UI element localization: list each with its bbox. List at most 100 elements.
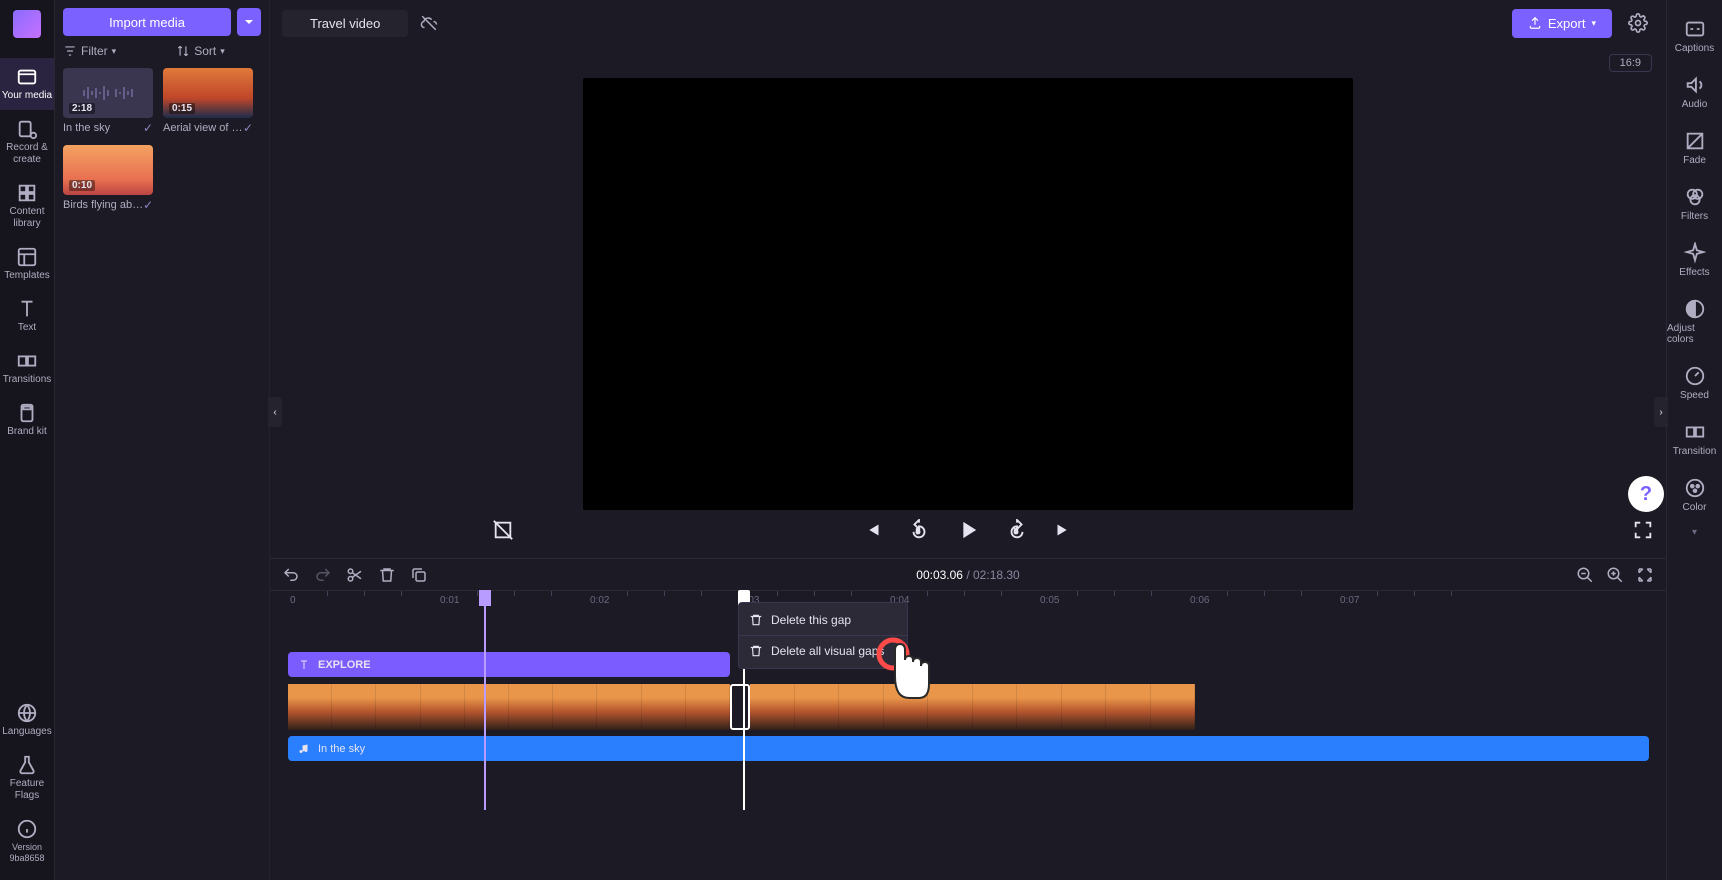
zoom-out-button[interactable]: [1576, 566, 1594, 584]
tool-audio[interactable]: Audio: [1667, 64, 1722, 120]
video-track-clip-1[interactable]: [288, 684, 730, 730]
nav-label: Languages: [2, 726, 52, 738]
ruler-tick: 0:05: [1040, 595, 1059, 606]
undo-button[interactable]: [282, 566, 300, 584]
nav-templates[interactable]: Templates: [0, 238, 54, 290]
sort-label: Sort: [194, 44, 216, 58]
tool-adjust-colors[interactable]: Adjust colors: [1667, 288, 1722, 355]
app-logo[interactable]: [13, 10, 41, 38]
help-button[interactable]: ?: [1628, 476, 1664, 512]
nav-label: Feature Flags: [0, 778, 54, 802]
ruler-tick: 0:01: [440, 595, 459, 606]
adjust-colors-icon: [1684, 298, 1706, 320]
tool-captions[interactable]: Captions: [1667, 8, 1722, 64]
tool-effects[interactable]: Effects: [1667, 232, 1722, 288]
video-track-clip-2[interactable]: [750, 684, 1195, 730]
media-name: In the sky: [63, 122, 110, 134]
nav-feature-flags[interactable]: Feature Flags: [0, 746, 54, 810]
timeline-gap-selected[interactable]: [730, 684, 750, 730]
filters-icon: [1684, 186, 1706, 208]
fade-icon: [1684, 130, 1706, 152]
nav-transitions[interactable]: Transitions: [0, 342, 54, 394]
video-preview[interactable]: [583, 78, 1353, 510]
check-icon: ✓: [143, 198, 153, 212]
audio-icon: [1684, 74, 1706, 96]
tool-fade[interactable]: Fade: [1667, 120, 1722, 176]
text-icon: [16, 298, 38, 320]
audio-clip-label: In the sky: [318, 743, 365, 755]
media-item[interactable]: 2:18 In the sky ✓: [63, 68, 153, 135]
project-title-input[interactable]: Travel video: [282, 10, 408, 37]
upload-icon: [1528, 16, 1542, 30]
transitions-icon: [16, 350, 38, 372]
play-button[interactable]: [954, 516, 982, 544]
check-icon: ✓: [243, 121, 253, 135]
media-item[interactable]: 0:10 Birds flying ab…✓: [63, 145, 153, 212]
audio-thumbnail: 2:18: [63, 68, 153, 118]
split-button[interactable]: [346, 566, 364, 584]
nav-version[interactable]: Version 9ba8658: [0, 810, 54, 872]
sort-button[interactable]: Sort ▾: [176, 44, 225, 58]
nav-text[interactable]: Text: [0, 290, 54, 342]
import-dropdown-button[interactable]: [237, 8, 261, 36]
rewind-5-button[interactable]: 5: [908, 519, 930, 541]
duration-badge: 0:10: [69, 180, 95, 191]
tutorial-hand-cursor: [875, 636, 935, 706]
flask-icon: [16, 754, 38, 776]
tool-color[interactable]: Color: [1667, 467, 1722, 523]
time-display: 00:03.06 / 02:18.30: [916, 568, 1019, 582]
chevron-down-icon: ▾: [220, 46, 225, 57]
menu-label: Delete all visual gaps: [771, 644, 884, 658]
aspect-ratio-button[interactable]: 16:9: [1609, 54, 1652, 72]
nav-record[interactable]: Record & create: [0, 110, 54, 174]
text-track-clip[interactable]: EXPLORE: [288, 652, 730, 677]
redo-button[interactable]: [314, 566, 332, 584]
filter-button[interactable]: Filter ▾: [63, 44, 116, 58]
settings-button[interactable]: [1622, 7, 1654, 39]
menu-label: Delete this gap: [771, 613, 851, 627]
crop-icon[interactable]: [492, 519, 514, 541]
cloud-off-icon[interactable]: [420, 14, 438, 32]
tool-speed[interactable]: Speed: [1667, 355, 1722, 411]
more-tools-chevron[interactable]: ▾: [1692, 527, 1697, 538]
collapse-left-panel-button[interactable]: ‹: [268, 397, 282, 427]
nav-brand-kit[interactable]: Brand kit: [0, 394, 54, 446]
collapse-right-panel-button[interactable]: ›: [1654, 397, 1668, 427]
export-button[interactable]: Export ▾: [1512, 9, 1612, 38]
nav-label: Version 9ba8658: [0, 842, 54, 864]
ruler-tick: 0:07: [1340, 595, 1359, 606]
media-icon: [16, 66, 38, 88]
text-icon: [298, 659, 310, 671]
filter-label: Filter: [81, 44, 108, 58]
check-icon: ✓: [143, 121, 153, 135]
nav-your-media[interactable]: Your media: [0, 58, 54, 110]
nav-label: Transitions: [3, 374, 52, 386]
forward-5-button[interactable]: 5: [1006, 519, 1028, 541]
menu-delete-this-gap[interactable]: Delete this gap: [739, 607, 907, 633]
fullscreen-button[interactable]: [1632, 519, 1654, 541]
delete-button[interactable]: [378, 566, 396, 584]
nav-label: Brand kit: [7, 426, 46, 438]
tool-filters[interactable]: Filters: [1667, 176, 1722, 232]
media-item[interactable]: 0:15 Aerial view of …✓: [163, 68, 253, 135]
duration-badge: 2:18: [69, 103, 95, 114]
duplicate-button[interactable]: [410, 566, 428, 584]
trash-icon: [749, 613, 763, 627]
fit-button[interactable]: [1636, 566, 1654, 584]
library-icon: [16, 182, 38, 204]
import-media-button[interactable]: Import media: [63, 8, 231, 36]
prev-button[interactable]: [862, 519, 884, 541]
effects-icon: [1684, 242, 1706, 264]
tool-transition[interactable]: Transition: [1667, 411, 1722, 467]
export-label: Export: [1548, 16, 1586, 31]
zoom-in-button[interactable]: [1606, 566, 1624, 584]
text-clip-label: EXPLORE: [318, 659, 371, 671]
audio-track-clip[interactable]: In the sky: [288, 736, 1649, 761]
nav-content-library[interactable]: Content library: [0, 174, 54, 238]
nav-languages[interactable]: Languages: [0, 694, 54, 746]
media-name: Aerial view of …: [163, 122, 242, 134]
music-icon: [298, 743, 310, 755]
waveform-icon: [78, 83, 138, 103]
filter-icon: [63, 44, 77, 58]
next-button[interactable]: [1052, 519, 1074, 541]
